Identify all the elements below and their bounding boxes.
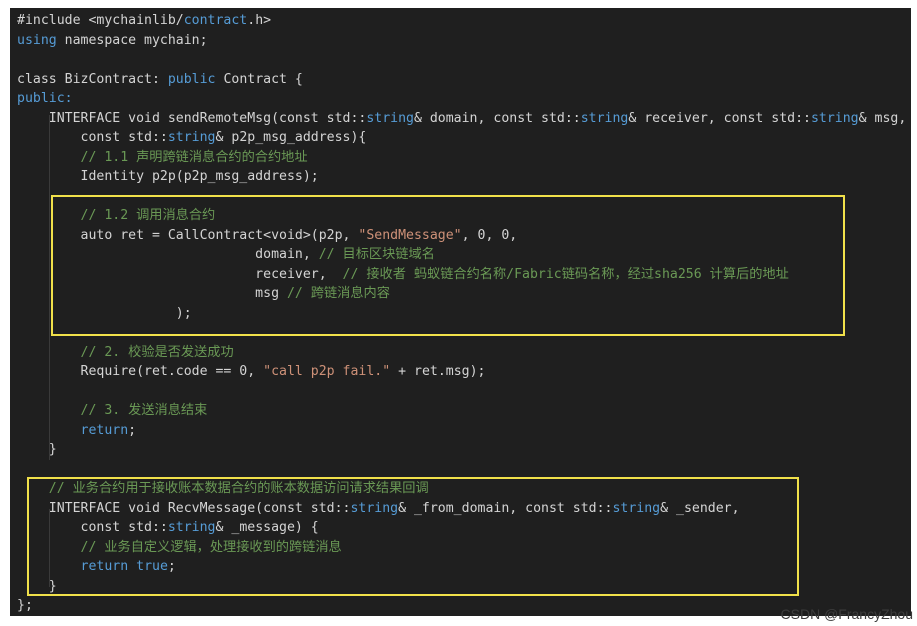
csdn-watermark: CSDN @FrancyZhou	[780, 606, 913, 622]
code-token: + ret.msg);	[390, 364, 486, 379]
code-line: Identity p2p(p2p_msg_address);	[17, 167, 911, 187]
code-token: & msg,	[858, 110, 907, 126]
code-line: // 1.1 声明跨链消息合约的合约地址	[17, 148, 911, 168]
code-line: // 2. 校验是否发送成功	[17, 343, 911, 363]
code-token: namespace mychain;	[56, 32, 208, 48]
highlight-box-recvmessage	[27, 477, 799, 596]
code-token: }	[17, 442, 57, 457]
code-token: };	[17, 598, 33, 613]
code-token: class BizContract:	[17, 71, 168, 87]
code-token: INTERFACE void sendRemoteMsg(const std::	[17, 110, 367, 126]
code-line: return;	[17, 421, 911, 441]
code-token: string	[580, 110, 629, 126]
code-token: & receiver, const std::	[628, 110, 811, 126]
code-token: & domain, const std::	[413, 110, 581, 126]
code-token: contract	[183, 13, 248, 28]
code-token: .h>	[247, 13, 272, 28]
code-token: const std::	[17, 130, 168, 145]
code-token: #include <mychainlib/	[17, 13, 184, 28]
code-token: public:	[17, 91, 73, 106]
code-token: string	[366, 110, 414, 126]
code-line: using namespace mychain;	[17, 31, 911, 51]
code-token: Require(ret.code == 0,	[17, 364, 264, 379]
highlight-box-callcontract	[51, 195, 845, 336]
code-line: // 3. 发送消息结束	[17, 401, 911, 421]
code-line: INTERFACE void sendRemoteMsg(const std::…	[17, 109, 911, 129]
code-line: }	[17, 440, 911, 460]
code-editor[interactable]: #include <mychainlib/contract.h> using na…	[10, 8, 911, 616]
code-token: // 2. 校验是否发送成功	[17, 344, 234, 360]
code-token: Identity p2p(p2p_msg_address);	[17, 169, 319, 184]
code-line: };	[17, 596, 911, 616]
code-token: "call p2p fail."	[263, 364, 391, 379]
code-line: const std::string& p2p_msg_address){	[17, 128, 911, 148]
code-token: Contract {	[215, 71, 303, 87]
code-token: using	[17, 32, 57, 48]
code-token: // 3. 发送消息结束	[17, 403, 208, 418]
code-token: ;	[128, 422, 137, 438]
code-line: #include <mychainlib/contract.h>	[17, 11, 911, 31]
code-line: public:	[17, 89, 911, 109]
code-token: // 1.1 声明跨链消息合约的合约地址	[17, 149, 308, 165]
code-token: string	[167, 130, 216, 145]
code-token: string	[810, 110, 859, 126]
code-token: return	[80, 422, 129, 438]
code-line: class BizContract: public Contract {	[17, 70, 911, 90]
code-token: & p2p_msg_address){	[215, 130, 367, 145]
code-token: public	[167, 71, 216, 87]
code-line: Require(ret.code == 0, "call p2p fail." …	[17, 362, 911, 382]
